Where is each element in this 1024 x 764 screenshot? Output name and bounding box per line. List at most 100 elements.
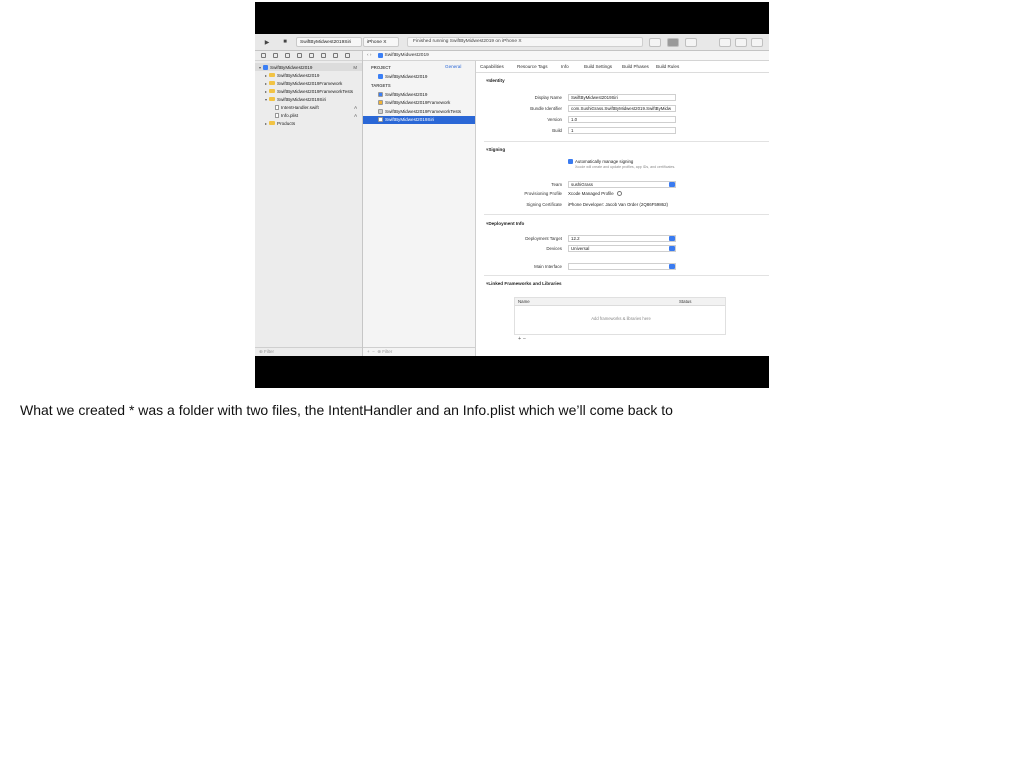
folder-navigator-icon[interactable] — [261, 53, 266, 58]
navigator-item-label: Info.plist — [281, 112, 299, 118]
target-icon — [378, 91, 383, 97]
status-column-header[interactable]: Status — [679, 299, 691, 304]
source-control-badge: A — [354, 112, 357, 118]
navigator-item-label: SwiftByMidwest2019Framework — [277, 80, 343, 86]
breakpoint-navigator-icon[interactable] — [345, 53, 350, 58]
targets-pane: ‹ › SwiftByMidwest2019 PROJECT SwiftByMi… — [363, 51, 769, 356]
navigator-item[interactable]: ▸ Products — [255, 119, 362, 127]
tab-resource-tags[interactable]: Resource Tags — [517, 64, 548, 69]
build-field[interactable]: 1 — [568, 127, 676, 134]
navigator-filter-field[interactable]: ⊕ Filter — [255, 347, 362, 356]
section-divider — [484, 214, 769, 215]
version-label: Version — [547, 117, 562, 122]
team-label: Team — [551, 182, 562, 187]
inspector-toggle-icon[interactable] — [751, 38, 763, 47]
target-row[interactable]: SwiftByMidwest2019FrameworkTests — [363, 107, 475, 115]
targets-filter-bar[interactable]: + − ⊕ Filter — [363, 347, 475, 356]
find-navigator-icon[interactable] — [297, 53, 302, 58]
target-row[interactable]: SwiftByMidwest2019Siri — [363, 115, 475, 124]
main-interface-label: Main Interface — [534, 264, 562, 269]
navigator-item[interactable]: IntentHandler.swift A — [255, 103, 362, 111]
test-navigator-icon[interactable] — [321, 53, 326, 58]
slide-caption: What we created * was a folder with two … — [20, 402, 673, 418]
frameworks-table-header: Name Status — [515, 298, 725, 306]
navigator-item-label: SwiftByMidwest2019 — [270, 64, 313, 70]
section-divider — [484, 275, 769, 276]
navigator-item-label: SwiftByMidwest2019 — [277, 72, 320, 78]
deployment-target-popup[interactable]: 12.2 — [568, 235, 676, 242]
back-forward-icon[interactable]: ‹ › — [367, 53, 372, 58]
library-icon[interactable] — [649, 38, 661, 47]
name-column-header[interactable]: Name — [518, 299, 530, 304]
devices-popup[interactable]: Universal — [568, 245, 676, 252]
standard-editor-icon[interactable] — [667, 38, 679, 47]
bundle-id-label: Bundle Identifier — [530, 106, 562, 111]
debug-navigator-icon[interactable] — [333, 53, 338, 58]
target-icon — [378, 100, 383, 106]
source-control-badge: A — [354, 104, 357, 110]
project-icon — [378, 73, 383, 79]
auto-signing-checkbox[interactable] — [568, 159, 573, 164]
signing-section-title[interactable]: Signing — [486, 147, 505, 153]
navigator-item[interactable]: ▸ SwiftByMidwest2019 — [255, 71, 362, 79]
tab-general[interactable]: General — [445, 64, 461, 69]
navigator-item[interactable]: ▸ SwiftByMidwest2019FrameworkTests — [255, 87, 362, 95]
tab-build-phases[interactable]: Build Phases — [622, 64, 649, 69]
navigator-item[interactable]: ▾ SwiftByMidwest2019 M — [255, 63, 362, 71]
profile-label: Provisioning Profile — [524, 191, 562, 196]
devices-label: Devices — [546, 246, 562, 251]
stop-icon[interactable]: ■ — [280, 37, 290, 47]
tab-build-settings[interactable]: Build Settings — [584, 64, 612, 69]
bundle-id-field[interactable]: com.SushiGrass.SwiftByMidwest2019.SwiftB… — [568, 105, 676, 112]
assistant-editor-icon[interactable] — [685, 38, 697, 47]
target-icon — [378, 117, 383, 123]
section-divider — [484, 141, 769, 142]
scheme-selector[interactable]: SwiftByMidwest2019Siri — [296, 37, 362, 47]
targets-section-header: TARGETS — [371, 83, 391, 88]
navigator-item[interactable]: ▾ SwiftByMidwest2019Siri — [255, 95, 362, 103]
frameworks-section-title[interactable]: Linked Frameworks and Libraries — [486, 281, 561, 287]
display-name-field[interactable]: SwiftByMidwest2019Siri — [568, 94, 676, 101]
project-icon — [263, 64, 268, 70]
target-editor: General Capabilities Resource Tags Info Buil… — [445, 61, 769, 356]
info-icon[interactable] — [616, 191, 622, 197]
team-value: sushiGrass — [571, 182, 593, 187]
devices-value: Universal — [571, 246, 590, 251]
debug-toggle-icon[interactable] — [735, 38, 747, 47]
popup-arrows-icon — [669, 246, 675, 251]
jump-bar[interactable]: ‹ › SwiftByMidwest2019 — [363, 51, 769, 61]
identity-section-title[interactable]: Identity — [486, 78, 504, 84]
target-row[interactable]: SwiftByMidwest2019Framework — [363, 99, 475, 107]
issue-navigator-icon[interactable] — [309, 53, 314, 58]
team-popup[interactable]: sushiGrass — [568, 181, 676, 188]
device-selector[interactable]: iPhone X — [363, 37, 399, 47]
folder-icon — [269, 88, 275, 94]
deployment-section-title[interactable]: Deployment Info — [486, 221, 524, 227]
navigator-item[interactable]: ▸ SwiftByMidwest2019Framework — [255, 79, 362, 87]
tab-info[interactable]: Info — [561, 64, 569, 69]
jump-bar-label: SwiftByMidwest2019 — [384, 53, 429, 58]
tab-build-rules[interactable]: Build Rules — [656, 64, 679, 69]
activity-status: Finished running SwiftByMidwest2019 on i… — [407, 37, 643, 47]
folder-icon — [269, 96, 275, 102]
target-label: SwiftByMidwest2019 — [385, 91, 428, 97]
targets-filter-placeholder: Filter — [382, 349, 393, 354]
run-icon[interactable]: ▶ — [262, 37, 272, 47]
certificate-value: iPhone Developer: Jacob Van Order (2Q86F… — [568, 202, 668, 207]
target-row[interactable]: SwiftByMidwest2019 — [363, 90, 475, 98]
certificate-label: Signing Certificate — [526, 202, 562, 207]
tab-capabilities[interactable]: Capabilities — [480, 64, 504, 69]
frameworks-empty-hint: Add frameworks & libraries here — [591, 316, 651, 321]
navigator-item-label: Products — [277, 120, 296, 126]
symbol-navigator-icon[interactable] — [285, 53, 290, 58]
navigator-item[interactable]: Info.plist A — [255, 111, 362, 119]
navigator-item-label: SwiftByMidwest2019FrameworkTests — [277, 88, 354, 94]
source-control-icon[interactable] — [273, 53, 278, 58]
project-label: SwiftByMidwest2019 — [385, 73, 428, 79]
project-row[interactable]: SwiftByMidwest2019 — [363, 72, 475, 80]
target-icon — [378, 108, 383, 114]
navigator-toggle-icon[interactable] — [719, 38, 731, 47]
main-interface-popup[interactable] — [568, 263, 676, 270]
version-field[interactable]: 1.0 — [568, 116, 676, 123]
add-remove-framework-buttons[interactable]: + − — [518, 336, 526, 342]
